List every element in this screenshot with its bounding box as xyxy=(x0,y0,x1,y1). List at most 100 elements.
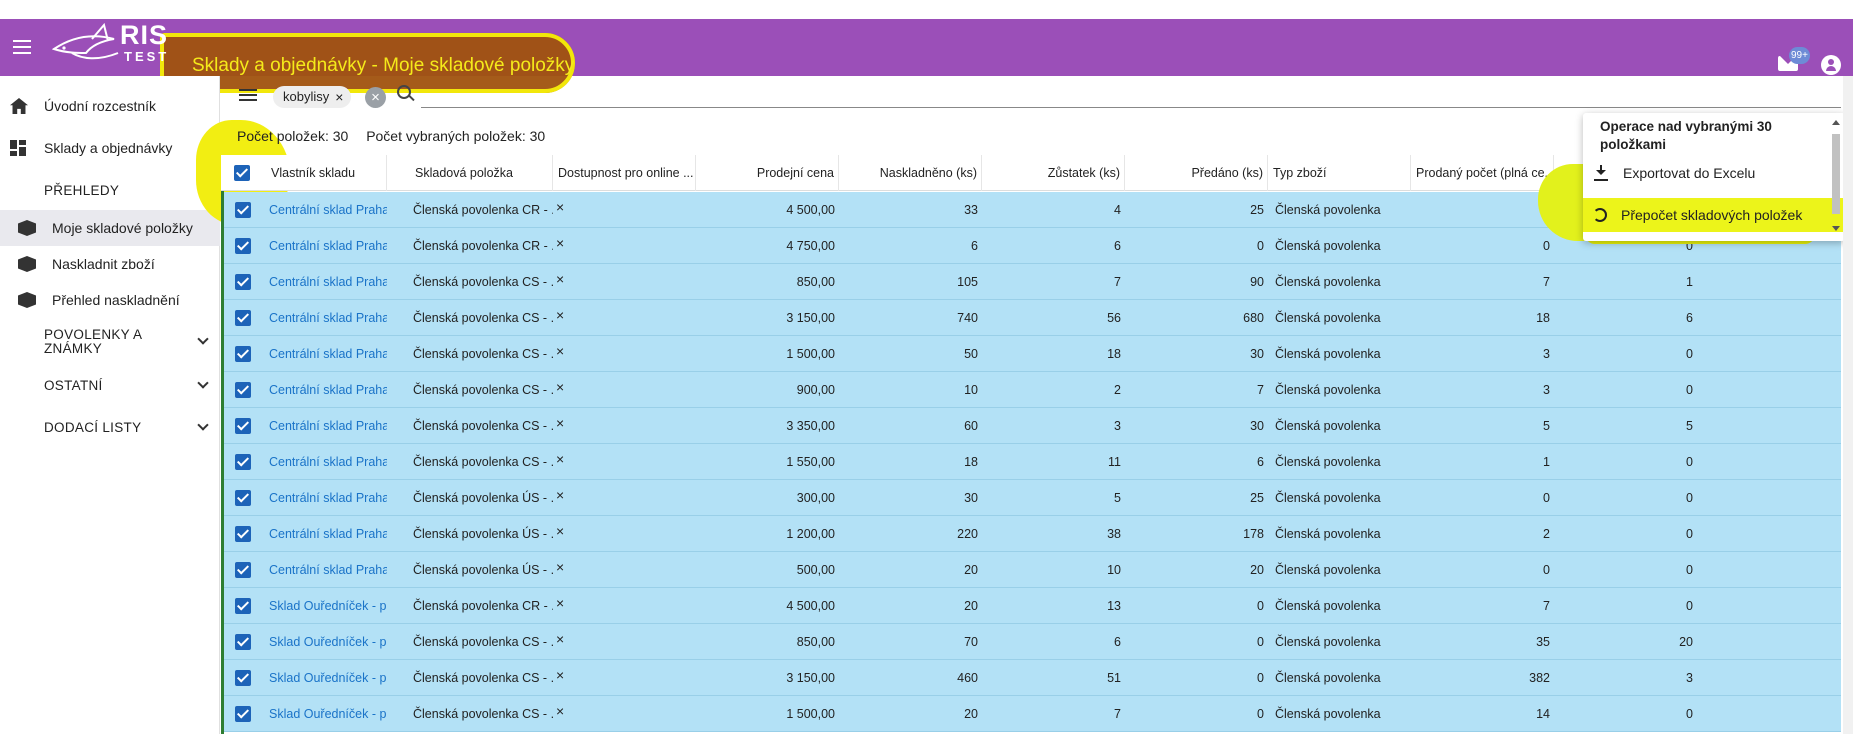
chevron-down-icon[interactable] xyxy=(197,333,209,345)
row-checkbox[interactable] xyxy=(235,274,251,290)
owner-cell[interactable]: Sklad Ouředníček - prod... xyxy=(265,588,387,624)
owner-cell[interactable]: Centrální sklad Praha 8 -... xyxy=(265,336,387,372)
col-item[interactable]: Skladová položka xyxy=(411,155,553,191)
home-icon xyxy=(10,98,28,114)
row-checkbox[interactable] xyxy=(235,706,251,722)
table-row[interactable]: Sklad Ouředníček - prod... Členská povole… xyxy=(221,624,1841,660)
item-cell: Členská povolenka ÚS - ... xyxy=(413,563,553,577)
sidebar: Úvodní rozcestník Sklady a objednávky PŘ… xyxy=(0,76,220,734)
row-checkbox[interactable] xyxy=(235,670,251,686)
sidebar-item-my-stock[interactable]: Moje skladové položky xyxy=(0,210,220,246)
logo-text: RIS TEST xyxy=(120,22,169,64)
sold-cell: 14 xyxy=(1536,707,1550,721)
sidebar-item-stock-in[interactable]: Naskladnit zboží xyxy=(0,246,220,282)
clear-filter-icon[interactable]: × xyxy=(365,87,386,108)
table-row[interactable]: Centrální sklad Praha 8 -... Členská povo… xyxy=(221,408,1841,444)
owner-cell[interactable]: Sklad Ouředníček - prod... xyxy=(265,660,387,696)
type-cell: Členská povolenka xyxy=(1275,671,1381,685)
owner-cell[interactable]: Centrální sklad Praha 8 -... xyxy=(265,516,387,552)
col-type[interactable]: Typ zboží xyxy=(1269,155,1411,191)
tune-icon[interactable] xyxy=(239,88,257,102)
owner-cell[interactable]: Centrální sklad Praha 8 -... xyxy=(265,300,387,336)
col-price[interactable]: Prodejní cena xyxy=(697,155,839,191)
extra-cell: 0 xyxy=(1686,491,1693,505)
section-label: DODACÍ LISTY xyxy=(44,420,142,435)
table-row[interactable]: Centrální sklad Praha 8 -... Členská povo… xyxy=(221,372,1841,408)
table-row[interactable]: Sklad Ouředníček - prod... Členská povole… xyxy=(221,660,1841,696)
balance-cell: 2 xyxy=(1114,383,1121,397)
type-cell: Členská povolenka xyxy=(1275,635,1381,649)
owner-cell[interactable]: Sklad Ouředníček - prod... xyxy=(265,696,387,732)
sold-cell: 0 xyxy=(1543,563,1550,577)
table-row[interactable]: Centrální sklad Praha 8 -... Členská povo… xyxy=(221,444,1841,480)
select-all-checkbox[interactable] xyxy=(234,165,250,181)
sidebar-item-stock-overview[interactable]: Přehled naskladnění xyxy=(0,282,220,318)
row-checkbox[interactable] xyxy=(235,346,251,362)
account-icon[interactable] xyxy=(1821,55,1841,75)
row-checkbox[interactable] xyxy=(235,598,251,614)
owner-cell[interactable]: Centrální sklad Praha 8 -... xyxy=(265,480,387,516)
col-stocked[interactable]: Naskladněno (ks) xyxy=(840,155,982,191)
section-dodaci[interactable]: DODACÍ LISTY xyxy=(44,419,214,435)
stocked-cell: 18 xyxy=(964,455,978,469)
table-row[interactable]: Centrální sklad Praha 8 -... Členská povo… xyxy=(221,336,1841,372)
price-cell: 850,00 xyxy=(796,635,835,649)
col-owner[interactable]: Vlastník skladu xyxy=(267,155,387,191)
table-row[interactable]: Centrální sklad Praha 8 -... Členská povo… xyxy=(221,516,1841,552)
menu-icon[interactable] xyxy=(10,36,34,60)
row-checkbox[interactable] xyxy=(235,238,251,254)
owner-cell[interactable]: Centrální sklad Praha 8 -... xyxy=(265,444,387,480)
extra-cell: 3 xyxy=(1686,671,1693,685)
filter-chip[interactable]: kobylisy × xyxy=(273,86,352,108)
box-icon xyxy=(18,256,36,272)
menu-scrollbar[interactable] xyxy=(1830,118,1842,236)
col-online[interactable]: Dostupnost pro online ... xyxy=(554,155,696,191)
row-checkbox[interactable] xyxy=(235,310,251,326)
search-icon[interactable] xyxy=(397,85,415,103)
type-cell: Členská povolenka xyxy=(1275,203,1381,217)
table-row[interactable]: Centrální sklad Praha 8 -... Členská povo… xyxy=(221,552,1841,588)
table-row[interactable]: Centrální sklad Praha 8 -... Členská povo… xyxy=(221,264,1841,300)
row-checkbox[interactable] xyxy=(235,562,251,578)
col-handed[interactable]: Předáno (ks) xyxy=(1126,155,1268,191)
row-checkbox[interactable] xyxy=(235,490,251,506)
row-checkbox[interactable] xyxy=(235,526,251,542)
online-cell: × xyxy=(556,415,565,431)
item-cell: Členská povolenka CR - ... xyxy=(413,599,553,613)
owner-cell[interactable]: Centrální sklad Praha 8 -... xyxy=(265,192,387,228)
export-label: Exportovat do Excelu xyxy=(1623,165,1756,181)
col-balance[interactable]: Zůstatek (ks) xyxy=(983,155,1125,191)
row-checkbox[interactable] xyxy=(235,382,251,398)
chip-close-icon[interactable]: × xyxy=(335,86,343,108)
owner-cell[interactable]: Centrální sklad Praha 8 -... xyxy=(265,228,387,264)
page-scrollbar[interactable] xyxy=(1843,76,1853,734)
row-checkbox[interactable] xyxy=(235,634,251,650)
export-excel-button[interactable]: Exportovat do Excelu xyxy=(1583,156,1845,190)
section-prehledy[interactable]: PŘEHLEDY xyxy=(44,183,214,198)
owner-cell[interactable]: Centrální sklad Praha 8 -... xyxy=(265,552,387,588)
col-sold[interactable]: Prodaný počet (plná ce... xyxy=(1412,155,1554,191)
table-row[interactable]: Sklad Ouředníček - prod... Členská povole… xyxy=(221,696,1841,732)
extra-cell: 0 xyxy=(1686,527,1693,541)
row-checkbox[interactable] xyxy=(235,418,251,434)
section-ostatni[interactable]: OSTATNÍ xyxy=(44,377,214,393)
owner-cell[interactable]: Centrální sklad Praha 8 -... xyxy=(265,372,387,408)
row-checkbox[interactable] xyxy=(235,202,251,218)
section-label: OSTATNÍ xyxy=(44,378,103,393)
sold-cell: 18 xyxy=(1536,311,1550,325)
recalc-stock-button[interactable]: Přepočet skladových položek xyxy=(1583,198,1845,232)
sidebar-item-home[interactable]: Úvodní rozcestník xyxy=(0,88,220,124)
price-cell: 3 150,00 xyxy=(786,671,835,685)
table-row[interactable]: Sklad Ouředníček - prod... Členská povole… xyxy=(221,588,1841,624)
owner-cell[interactable]: Centrální sklad Praha 8 -... xyxy=(265,408,387,444)
balance-cell: 6 xyxy=(1114,635,1121,649)
sidebar-item-warehouses[interactable]: Sklady a objednávky xyxy=(0,130,220,166)
table-row[interactable]: Centrální sklad Praha 8 -... Členská povo… xyxy=(221,300,1841,336)
box-icon xyxy=(18,292,36,308)
search-input[interactable] xyxy=(421,80,1841,108)
owner-cell[interactable]: Sklad Ouředníček - prod... xyxy=(265,624,387,660)
owner-cell[interactable]: Centrální sklad Praha 8 -... xyxy=(265,264,387,300)
section-povolenky[interactable]: POVOLENKY A ZNÁMKY xyxy=(44,328,164,356)
row-checkbox[interactable] xyxy=(235,454,251,470)
table-row[interactable]: Centrální sklad Praha 8 -... Členská povo… xyxy=(221,480,1841,516)
